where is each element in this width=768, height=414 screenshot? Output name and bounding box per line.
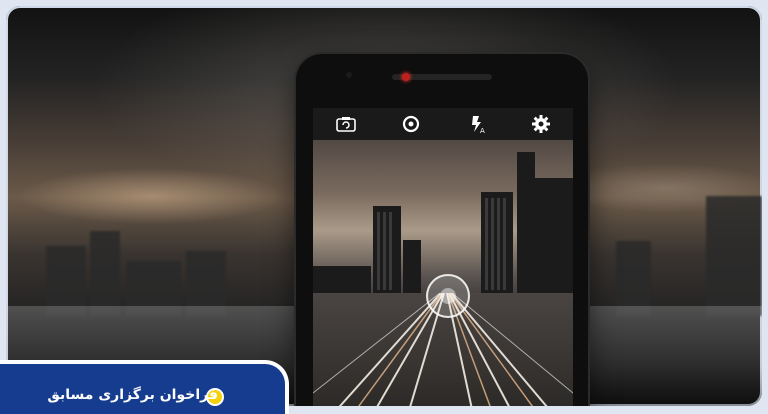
camera-viewfinder[interactable]: A [313,108,573,406]
front-camera-icon [402,73,410,81]
background-building [616,241,651,316]
photo-frame: A [6,6,762,406]
badge-inner: فراخوان برگزاری مسابق [0,378,272,414]
proximity-sensor [346,72,352,78]
smartphone: A [296,54,588,406]
announcement-title: فراخوان برگزاری مسابق [47,387,218,403]
shutter-button[interactable] [426,274,470,318]
background-building [90,231,120,316]
background-building [706,196,762,316]
announcement-badge[interactable]: فراخوان برگزاری مسابق [0,364,285,414]
phone-bezel-top [296,54,588,106]
